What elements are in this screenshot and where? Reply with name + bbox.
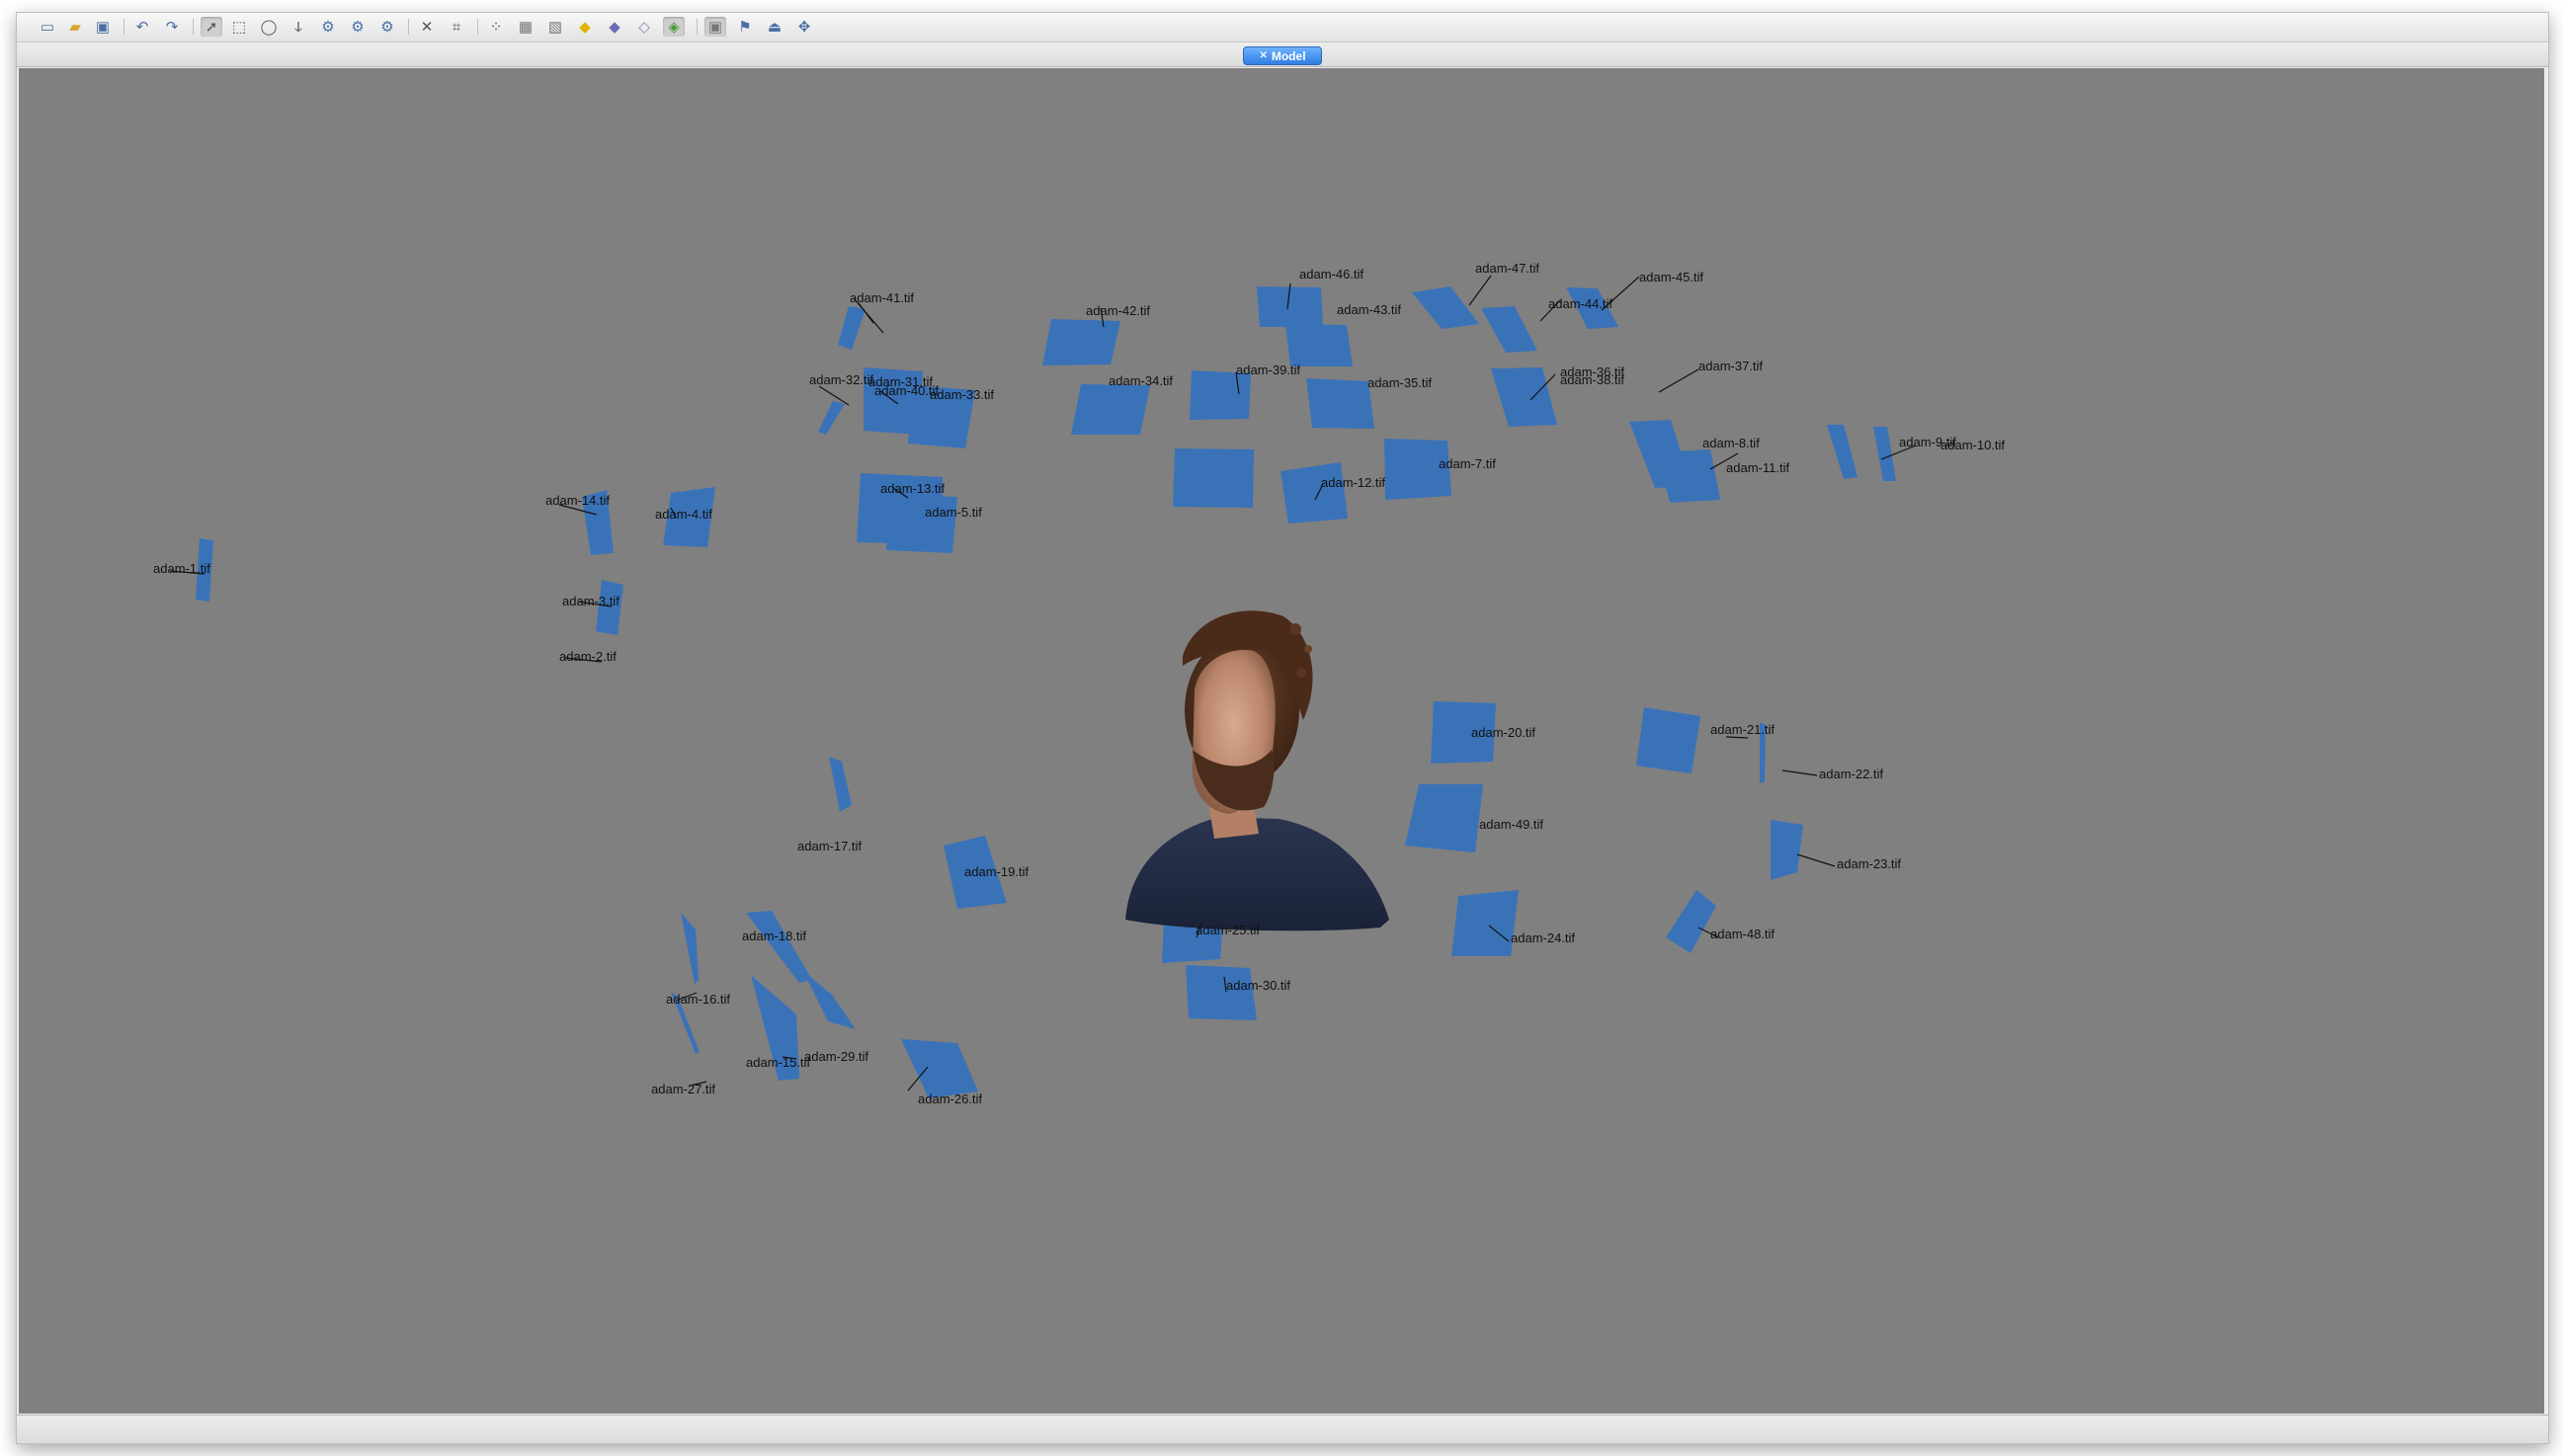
camera-label: adam-12.tif	[1321, 475, 1385, 490]
main-toolbar: ▭ ▰ ▣ ↶ ↷ ➚ ⬚ ◯ ↆ ⚙ ⚙ ⚙ ✕ ⌗ ⁘ ▦ ▧ ◆ ◆ ◇ …	[17, 13, 2548, 42]
texture-icon[interactable]: ▧	[544, 17, 566, 37]
select-all-icon[interactable]: ⚙	[317, 17, 339, 37]
rectangle-select-icon[interactable]: ⬚	[228, 17, 250, 37]
camera-label: adam-46.tif	[1299, 267, 1364, 282]
camera-label: adam-34.tif	[1109, 373, 1173, 388]
ellipse-select-icon[interactable]: ◯	[258, 17, 280, 37]
status-bar	[17, 1415, 2548, 1443]
camera-label: adam-4.tif	[655, 507, 712, 522]
camera-label: adam-22.tif	[1819, 767, 1883, 781]
tab-bar: ✕ Model	[17, 42, 2548, 67]
navigation-icon[interactable]: ✥	[793, 17, 815, 37]
camera-label: adam-45.tif	[1639, 270, 1703, 284]
camera-leader-lines	[169, 275, 1917, 1092]
crop-icon[interactable]: ⌗	[446, 17, 467, 37]
deselect-icon[interactable]: ⚙	[376, 17, 398, 37]
tab-model[interactable]: ✕ Model	[1243, 46, 1322, 65]
camera-label: adam-40.tif	[874, 383, 939, 398]
camera-label: adam-26.tif	[918, 1092, 982, 1106]
tab-model-label: Model	[1271, 48, 1306, 63]
camera-label: adam-41.tif	[850, 290, 914, 305]
show-region-icon[interactable]: ⏏	[764, 17, 785, 37]
free-select-icon[interactable]: ↆ	[288, 17, 309, 37]
camera-label: adam-33.tif	[930, 387, 994, 402]
camera-label: adam-2.tif	[559, 649, 617, 664]
dense-cloud-icon[interactable]: ⁘	[485, 17, 507, 37]
mesh-icon[interactable]: ▦	[515, 17, 537, 37]
new-document-icon[interactable]: ▭	[37, 17, 58, 37]
camera-label: adam-11.tif	[1726, 460, 1789, 475]
camera-label: adam-3.tif	[562, 594, 620, 608]
show-markers-icon[interactable]: ⚑	[734, 17, 756, 37]
camera-label: adam-37.tif	[1698, 359, 1763, 373]
app-window: ▭ ▰ ▣ ↶ ↷ ➚ ⬚ ◯ ↆ ⚙ ⚙ ⚙ ✕ ⌗ ⁘ ▦ ▧ ◆ ◆ ◇ …	[16, 12, 2549, 1444]
camera-labels: adam-1.tif adam-2.tif adam-3.tif adam-4.…	[153, 261, 2005, 1106]
camera-label: adam-16.tif	[666, 992, 730, 1007]
camera-label: adam-17.tif	[797, 839, 862, 853]
camera-label: adam-35.tif	[1367, 375, 1432, 390]
camera-label: adam-29.tif	[804, 1049, 868, 1064]
camera-label: adam-32.tif	[809, 372, 873, 387]
textured-view-icon[interactable]: ◈	[663, 17, 685, 37]
camera-label: adam-5.tif	[925, 505, 982, 520]
camera-label: adam-15.tif	[746, 1055, 810, 1070]
3d-model-person[interactable]	[1125, 610, 1389, 931]
camera-label: adam-30.tif	[1226, 978, 1290, 993]
camera-label: adam-24.tif	[1511, 930, 1575, 945]
camera-label: adam-27.tif	[651, 1082, 715, 1096]
camera-label: adam-14.tif	[545, 493, 610, 508]
scene-svg[interactable]: adam-1.tif adam-2.tif adam-3.tif adam-4.…	[19, 68, 2544, 1414]
camera-label: adam-23.tif	[1837, 856, 1901, 871]
camera-label: adam-7.tif	[1439, 456, 1496, 471]
camera-label: adam-25.tif	[1196, 923, 1260, 937]
camera-label: adam-1.tif	[153, 561, 210, 576]
camera-label: adam-48.tif	[1710, 927, 1775, 941]
close-tab-icon[interactable]: ✕	[1259, 50, 1267, 61]
undo-icon[interactable]: ↶	[131, 17, 153, 37]
select-pointer-icon[interactable]: ➚	[201, 17, 222, 37]
solid-icon[interactable]: ◆	[604, 17, 625, 37]
delete-icon[interactable]: ✕	[416, 17, 438, 37]
camera-label: adam-43.tif	[1337, 302, 1401, 317]
camera-label: adam-47.tif	[1475, 261, 1539, 276]
shaded-icon[interactable]: ◆	[574, 17, 596, 37]
save-icon[interactable]: ▣	[92, 17, 114, 37]
camera-label: adam-13.tif	[880, 481, 945, 496]
camera-label: adam-10.tif	[1941, 438, 2005, 452]
camera-label: adam-42.tif	[1086, 303, 1150, 318]
open-folder-icon[interactable]: ▰	[64, 17, 86, 37]
camera-label: adam-20.tif	[1471, 725, 1535, 740]
camera-label: adam-21.tif	[1710, 722, 1775, 737]
camera-planes	[196, 286, 1896, 1098]
camera-label: adam-38.tif	[1560, 372, 1624, 387]
camera-label: adam-49.tif	[1479, 817, 1543, 832]
invert-selection-icon[interactable]: ⚙	[347, 17, 369, 37]
redo-icon[interactable]: ↷	[161, 17, 183, 37]
wireframe-icon[interactable]: ◇	[633, 17, 655, 37]
camera-label: adam-19.tif	[964, 864, 1029, 879]
model-viewport[interactable]: adam-1.tif adam-2.tif adam-3.tif adam-4.…	[19, 68, 2544, 1414]
camera-label: adam-39.tif	[1236, 363, 1300, 377]
camera-label: adam-44.tif	[1548, 296, 1612, 311]
camera-label: adam-18.tif	[742, 929, 806, 943]
camera-label: adam-8.tif	[1702, 436, 1760, 450]
show-cameras-icon[interactable]: ▣	[704, 17, 726, 37]
